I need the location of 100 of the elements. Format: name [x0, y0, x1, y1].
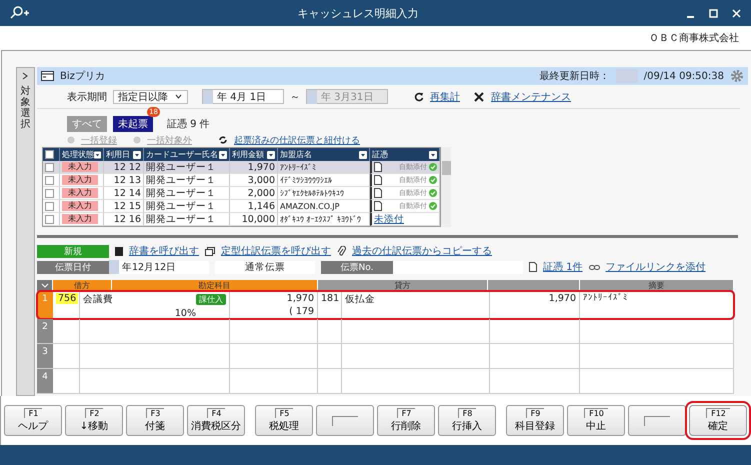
document-icon [529, 262, 537, 272]
dropdown-icon[interactable] [267, 150, 275, 158]
from-date-field[interactable]: 年 4月 1日 [202, 89, 284, 104]
row-checkbox[interactable] [45, 202, 54, 210]
copy-icon [205, 246, 215, 256]
masked-field [203, 90, 213, 104]
dropdown-icon[interactable] [429, 150, 437, 158]
store-cell: ｵﾀﾞｷﾕｳ ｵｰｴｸｽﾌﾟ ｷﾖｳﾄﾞｳ [280, 214, 362, 224]
search-icon[interactable] [10, 6, 30, 20]
settings-icon[interactable] [730, 69, 744, 83]
credit-header: 貸方 [318, 280, 488, 291]
function-key-button[interactable]: F8 行挿入 [438, 405, 496, 436]
row-checkbox[interactable] [45, 214, 54, 224]
amount-cell: 1,146 [248, 200, 275, 212]
store-cell: ｱﾝﾄﾘｰｲｽﾞﾐ [280, 162, 316, 172]
dictionary-call-link[interactable]: 辞書を呼び出す [129, 244, 199, 258]
tax-rate: 10% [174, 308, 196, 319]
row-checkbox[interactable] [45, 188, 54, 198]
dropdown-icon[interactable] [219, 150, 227, 158]
function-key-button[interactable]: F9 科目登録 [506, 405, 564, 436]
row-checkbox[interactable] [45, 176, 54, 184]
empty-key-button[interactable] [316, 405, 374, 436]
store-cell: ｼﾌﾞﾔｴｸｾﾙﾎﾃﾙﾄｳｷﾕｳ [280, 188, 344, 198]
empty-key-button[interactable] [628, 405, 686, 436]
function-key-button[interactable]: F1 ヘルプ [4, 405, 62, 436]
user-cell: 開発ユーザー１ [146, 186, 216, 200]
function-key-button[interactable]: F10 中止 [567, 405, 625, 436]
date-cell: 12 16 [114, 214, 141, 224]
function-key-button[interactable]: F3 付箋 [126, 405, 184, 436]
to-date-field: 年 3月31日 [306, 89, 388, 104]
template-link[interactable]: 定型仕訳伝票を呼び出す [221, 244, 331, 258]
status-tag: 未入力 [62, 162, 98, 172]
function-key-button[interactable]: F5 税処理 [255, 405, 313, 436]
side-tab-label: 対象選択 [20, 86, 30, 130]
account-header: 勘定科目 [112, 280, 318, 291]
amount-cell: 2,000 [248, 188, 275, 198]
amount-cell: 1,970 [248, 162, 275, 172]
column-header[interactable]: 利用日 [104, 148, 144, 161]
link-icon [588, 264, 600, 270]
voucher-date-field[interactable]: 年12月12日 [109, 260, 209, 274]
side-tab[interactable]: 対象選択 [16, 67, 35, 396]
circle-icon [133, 136, 141, 144]
dropdown-icon[interactable] [94, 150, 101, 158]
column-header[interactable]: カードユーザー氏名 [144, 148, 230, 161]
caret-icon[interactable] [174, 92, 183, 101]
book-icon [115, 246, 123, 256]
copy-past-link[interactable]: 過去の仕訳伝票からコピーする [352, 244, 492, 258]
period-label: 表示期間 [67, 90, 107, 104]
date-cell: 12 15 [114, 200, 141, 212]
link-voucher-link[interactable]: 起票済みの仕訳伝票と紐付ける [234, 134, 360, 146]
chevron-icon [22, 72, 29, 80]
column-header[interactable]: 加盟店名 [278, 148, 370, 161]
dropdown-icon[interactable] [133, 150, 141, 158]
column-header[interactable]: 利用金額 [230, 148, 278, 161]
function-key-button[interactable]: F7 行削除 [377, 405, 435, 436]
voucher-no-field[interactable] [393, 260, 523, 274]
masked-field [307, 90, 317, 104]
column-header[interactable]: 処理状態 [60, 148, 104, 161]
filter-tab[interactable]: 未起票 [113, 116, 153, 132]
function-key-button[interactable]: F2 ↓移動 [65, 405, 123, 436]
amount-cell: 10,000 [242, 214, 275, 224]
account-code: 181 [321, 293, 340, 304]
tax-tag: 課仕入 [196, 294, 226, 305]
check-icon [429, 163, 437, 171]
voucher-type-field[interactable]: 通常伝票 [215, 260, 315, 274]
user-cell: 開発ユーザー１ [146, 174, 216, 186]
account-name: 会議費 [83, 293, 113, 306]
date-cell: 12 13 [114, 174, 141, 186]
date-cell: 12 12 [114, 162, 141, 172]
file-link[interactable]: ファイルリンクを添付 [606, 260, 706, 274]
status-tag: 未入力 [62, 201, 98, 211]
company-name: ＯＢＣ商事株式会社 [649, 32, 739, 45]
dictionary-link[interactable]: 辞書メンテナンス [491, 90, 571, 104]
window-title: キャッシュレス明細入力 [296, 6, 420, 20]
user-cell: 開発ユーザー１ [146, 200, 216, 212]
column-header[interactable]: 証憑 [370, 148, 440, 161]
status-tag: 未入力 [62, 175, 98, 185]
store-cell: ｲﾃﾞﾐﾂｼﾖｳｳﾜｼｴﾙ [280, 176, 332, 184]
date-cell: 12 14 [114, 188, 141, 198]
scrollbar[interactable] [441, 147, 451, 227]
collapse-toggle[interactable] [37, 280, 53, 291]
evidence-link[interactable]: 証憑 1件 [543, 260, 583, 274]
row-checkbox[interactable] [45, 162, 54, 172]
account-code: 756 [56, 293, 78, 304]
recalculate-link[interactable]: 再集計 [430, 90, 460, 104]
debit-header: 借方 [53, 280, 112, 291]
circle-icon [67, 136, 75, 144]
period-select[interactable]: 指定日以降 [113, 90, 188, 104]
refresh-icon [414, 92, 424, 102]
range-separator: ～ [290, 90, 300, 104]
function-key-button[interactable]: F4 消費税区分 [187, 405, 245, 436]
maximize-icon[interactable] [709, 8, 718, 18]
journal-row[interactable]: 1 756 会議費 課仕入 10% 1,970 ( 179 181 仮払金 1,970 ｱﾝﾄﾘｰｲｽﾞﾐ [37, 291, 734, 319]
panel-title: Bizプリカ [60, 70, 106, 83]
close-icon[interactable] [732, 8, 741, 18]
amount-cell: 3,000 [248, 174, 275, 186]
tax-amount: ( 179 [289, 306, 314, 317]
dropdown-icon[interactable] [359, 150, 367, 158]
chevron-icon [40, 282, 48, 288]
summary-text: ｱﾝﾄﾘｰｲｽﾞﾐ [583, 293, 628, 303]
